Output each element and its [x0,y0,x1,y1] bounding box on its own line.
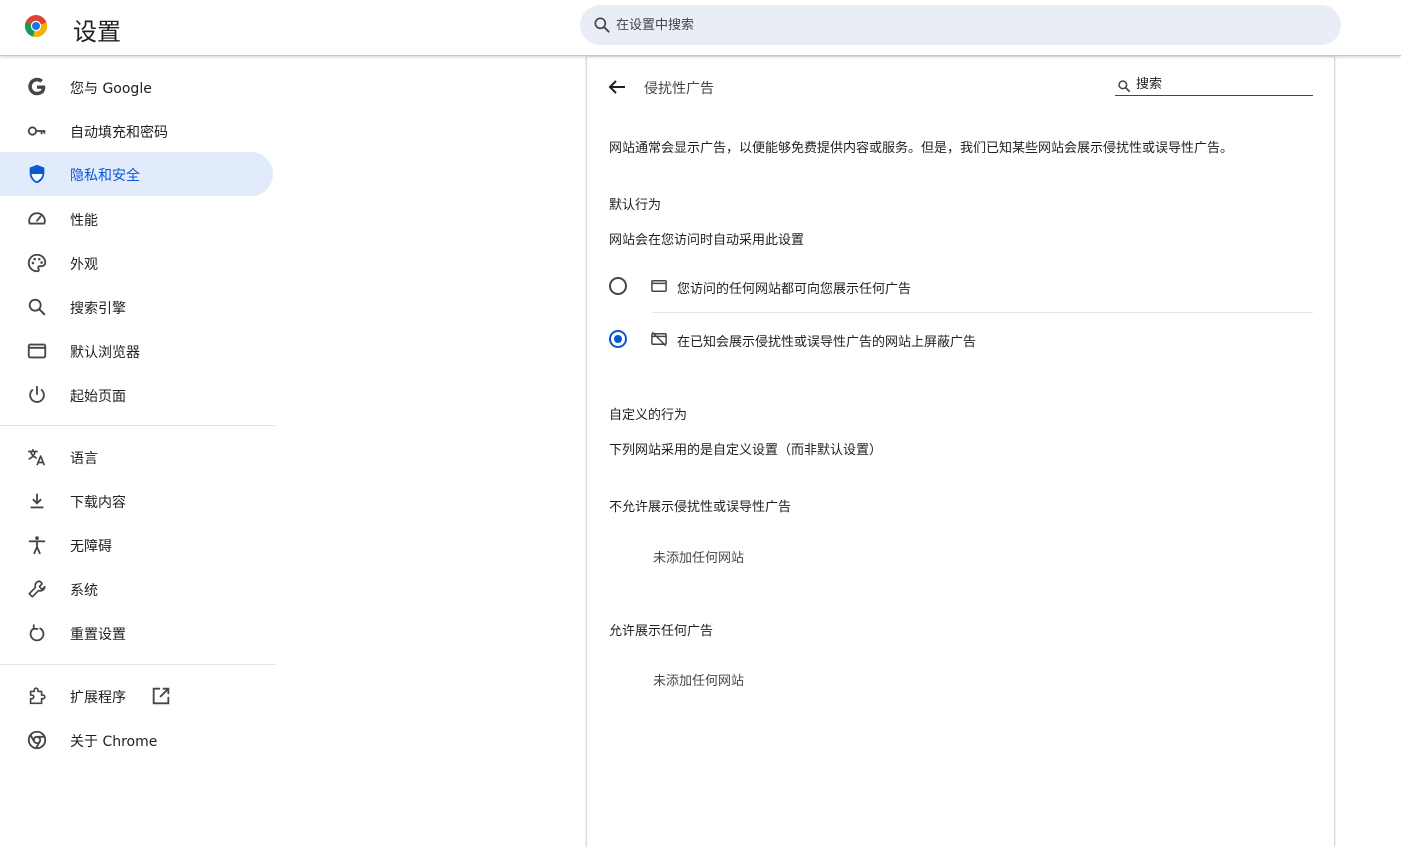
sidebar-nav: 您与 Google 自动填充和密码 隐私和安全 性能 外观 搜索引擎 默认浏览器… [0,57,275,847]
sidebar-item-label: 您与 Google [70,81,152,97]
chrome-icon [27,730,47,750]
sidebar-item-downloads[interactable]: 下载内容 [0,479,273,523]
chrome-logo-icon [24,15,48,38]
sidebar-item-default-browser[interactable]: 默认浏览器 [0,329,273,373]
reset-icon [29,624,45,642]
sidebar-item-system[interactable]: 系统 [0,567,273,611]
settings-search-box[interactable] [580,5,1341,45]
sidebar-item-label: 无障碍 [70,539,112,555]
download-icon [30,493,44,509]
top-toolbar: 设置 [0,0,1401,56]
sidebar-item-label: 外观 [70,257,98,273]
page-title: 侵扰性广告 [644,81,714,97]
sidebar-item-search-engine[interactable]: 搜索引擎 [0,285,273,329]
sidebar-item-reset-settings[interactable]: 重置设置 [0,611,273,655]
default-behavior-subheading: 网站会在您访问时自动采用此设置 [609,233,805,248]
allow-list-empty-text: 未添加任何网站 [653,674,745,689]
app-title: 设置 [73,18,121,46]
sidebar-item-on-startup[interactable]: 起始页面 [0,373,273,417]
back-arrow-icon[interactable] [605,75,629,99]
open-in-new-icon[interactable] [150,685,172,707]
option-divider [652,312,1313,313]
search-icon [28,298,46,316]
browser-window-icon [27,343,47,359]
sidebar-item-label: 自动填充和密码 [70,125,168,141]
browser-window-icon [651,280,667,292]
radio-option-label: 您访问的任何网站都可向您展示任何广告 [677,282,912,297]
shield-icon [29,164,45,184]
sidebar-item-label: 关于 Chrome [70,734,158,750]
search-icon [594,17,610,33]
sidebar-item-label: 起始页面 [70,389,126,405]
sidebar-item-label: 语言 [70,451,98,467]
sidebar-item-label: 下载内容 [70,495,126,511]
sidebar-item-languages[interactable]: 语言 [0,435,273,479]
accessibility-icon [28,536,46,555]
radio-button-selected[interactable] [609,330,627,348]
sidebar-item-appearance[interactable]: 外观 [0,241,273,285]
sidebar-item-label: 默认浏览器 [70,345,140,361]
page-description: 网站通常会显示广告，以便能够免费提供内容或服务。但是，我们已知某些网站会展示侵扰… [609,141,1234,156]
radio-option-allow-all-ads[interactable]: 您访问的任何网站都可向您展示任何广告 [607,268,1313,304]
sidebar-item-privacy-security[interactable]: 隐私和安全 [0,152,273,196]
sidebar-item-label: 搜索引擎 [70,301,126,317]
ads-blocked-icon [651,331,667,347]
settings-card: 侵扰性广告 网站通常会显示广告，以便能够免费提供内容或服务。但是，我们已知某些网… [586,57,1335,847]
speedometer-icon [28,212,46,225]
allow-list-heading: 允许展示任何广告 [609,624,714,639]
subpage-search-box[interactable] [1115,74,1313,96]
key-icon [27,126,46,136]
sidebar-item-about-chrome[interactable]: 关于 Chrome [0,718,273,762]
sidebar-item-label: 扩展程序 [70,690,126,706]
sidebar-item-label: 性能 [70,213,98,229]
radio-option-block-intrusive-ads[interactable]: 在已知会展示侵扰性或误导性广告的网站上屏蔽广告 [607,321,1313,357]
wrench-icon [28,580,46,598]
block-list-heading: 不允许展示侵扰性或误导性广告 [609,500,792,515]
custom-behavior-subheading: 下列网站采用的是自定义设置（而非默认设置） [609,443,883,458]
subpage-search-input[interactable] [1136,75,1306,93]
block-list-empty-text: 未添加任何网站 [653,551,745,566]
google-g-icon [28,77,46,96]
translate-icon [27,448,46,466]
puzzle-icon [29,687,46,705]
custom-behavior-heading: 自定义的行为 [609,408,688,423]
sidebar-item-you-and-google[interactable]: 您与 Google [0,65,273,109]
palette-icon [27,253,47,273]
sidebar-divider [0,664,275,665]
search-icon [1118,80,1131,93]
sidebar-item-label: 隐私和安全 [70,168,140,184]
sidebar-item-performance[interactable]: 性能 [0,197,273,241]
sidebar-item-autofill[interactable]: 自动填充和密码 [0,109,273,153]
settings-search-input[interactable] [616,14,1296,36]
sidebar-item-accessibility[interactable]: 无障碍 [0,523,273,567]
radio-button[interactable] [609,277,627,295]
radio-option-label: 在已知会展示侵扰性或误导性广告的网站上屏蔽广告 [677,335,977,350]
power-icon [29,385,45,403]
default-behavior-heading: 默认行为 [609,198,662,213]
sidebar-item-extensions[interactable]: 扩展程序 [0,674,273,718]
sidebar-item-label: 系统 [70,583,98,599]
sidebar-divider [0,425,275,426]
sidebar-item-label: 重置设置 [70,627,126,643]
